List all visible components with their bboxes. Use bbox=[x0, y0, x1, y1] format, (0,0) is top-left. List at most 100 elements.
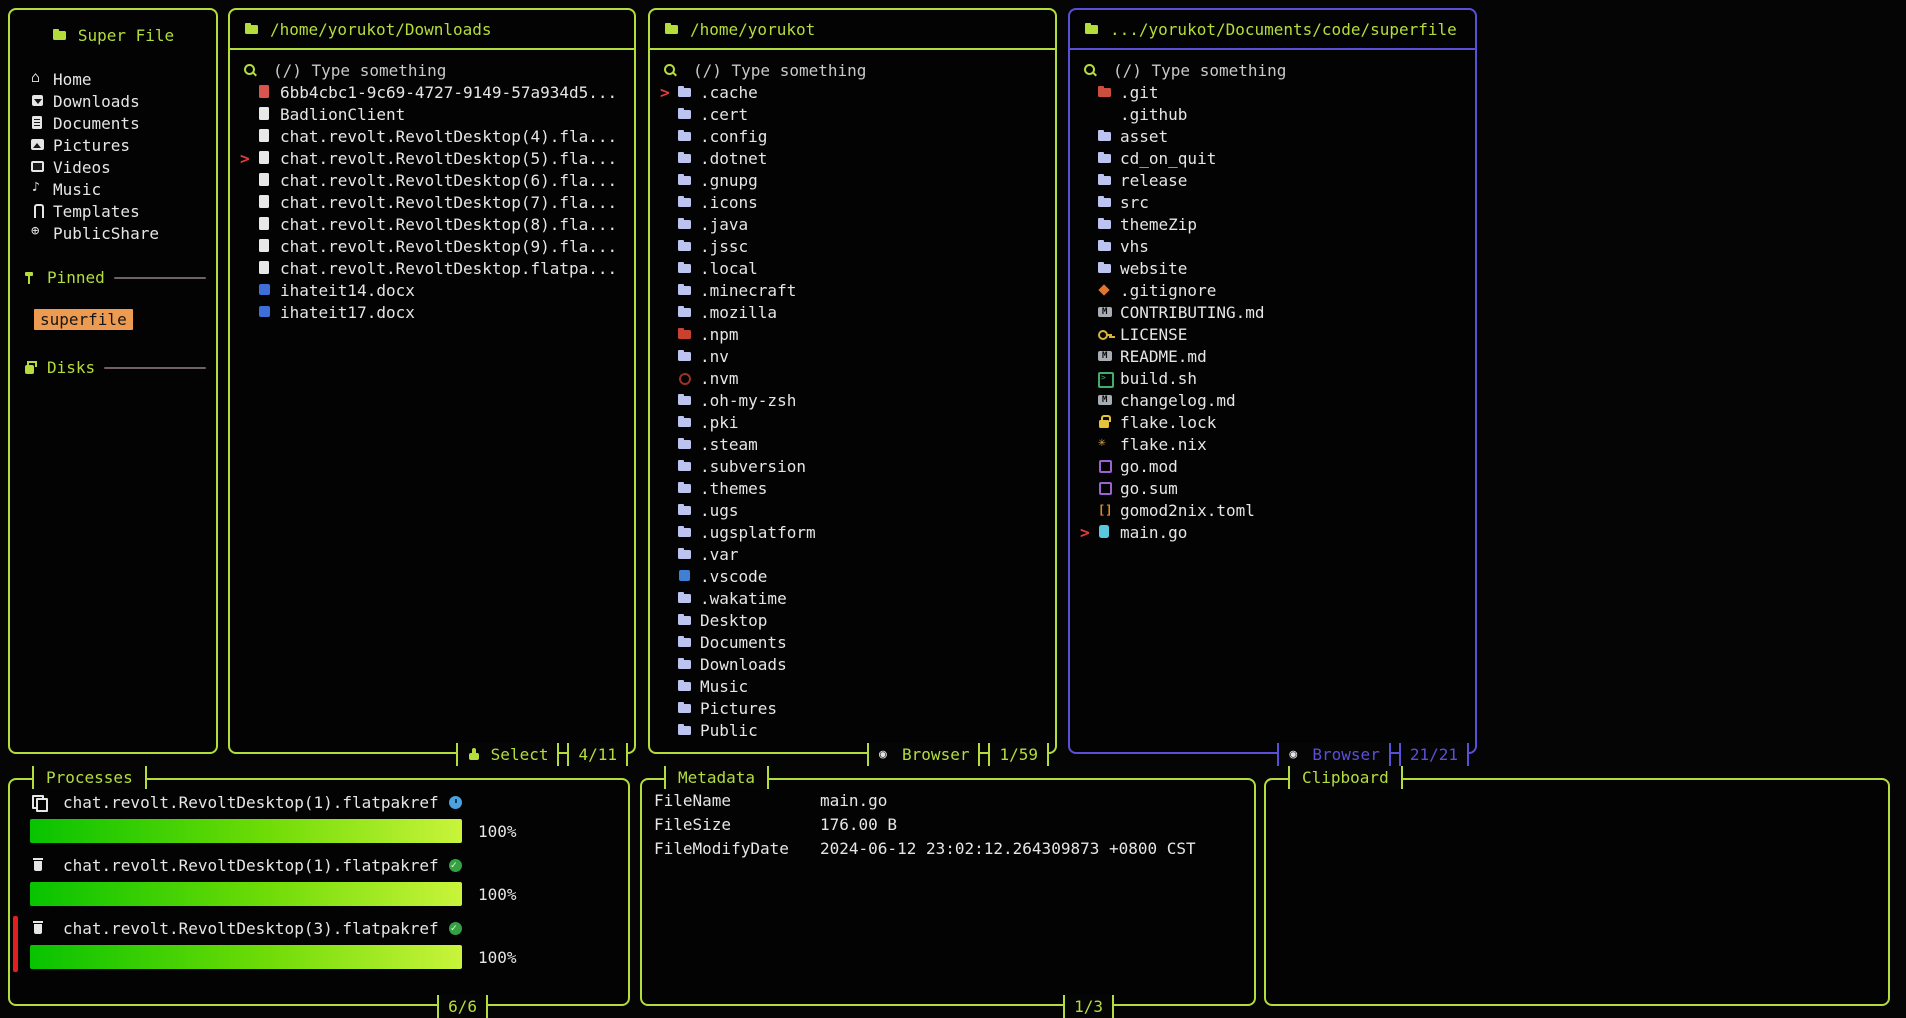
file-row[interactable]: > .steam bbox=[660, 433, 1051, 455]
file-row[interactable]: > .ugs bbox=[660, 499, 1051, 521]
file-row[interactable]: > BadlionClient bbox=[240, 103, 630, 125]
file-row[interactable]: > .java bbox=[660, 213, 1051, 235]
file-row[interactable]: > CONTRIBUTING.md bbox=[1080, 301, 1471, 323]
file-row[interactable]: > chat.revolt.RevoltDesktop(6).fla... bbox=[240, 169, 630, 191]
file-row[interactable]: > .themes bbox=[660, 477, 1051, 499]
file-row[interactable]: > flake.lock bbox=[1080, 411, 1471, 433]
sidebar-item[interactable]: Downloads bbox=[10, 90, 216, 112]
file-row[interactable]: > .local bbox=[660, 257, 1051, 279]
divider-line bbox=[104, 367, 206, 369]
file-row[interactable]: > .gitignore bbox=[1080, 279, 1471, 301]
process-name: chat.revolt.RevoltDesktop(1).flatpakref bbox=[63, 793, 439, 812]
process-row[interactable]: chat.revolt.RevoltDesktop(3).flatpakref … bbox=[10, 906, 628, 969]
search-input[interactable]: (/) Type something bbox=[240, 59, 630, 81]
file-row[interactable]: > chat.revolt.RevoltDesktop(8).fla... bbox=[240, 213, 630, 235]
file-row[interactable]: > .git bbox=[1080, 81, 1471, 103]
process-row[interactable]: chat.revolt.RevoltDesktop(1).flatpakref … bbox=[10, 780, 628, 843]
file-row[interactable]: > 6bb4cbc1-9c69-4727-9149-57a934d5... bbox=[240, 81, 630, 103]
file-name: go.sum bbox=[1120, 479, 1178, 498]
file-row[interactable]: > .icons bbox=[660, 191, 1051, 213]
file-row[interactable]: > chat.revolt.RevoltDesktop(5).fla... bbox=[240, 147, 630, 169]
file-icon bbox=[1097, 525, 1113, 539]
process-row[interactable]: chat.revolt.RevoltDesktop(1).flatpakref … bbox=[10, 843, 628, 906]
metadata-value: 2024-06-12 23:02:12.264309873 +0800 CST bbox=[820, 839, 1196, 858]
file-row[interactable]: > website bbox=[1080, 257, 1471, 279]
file-row[interactable]: > ihateit17.docx bbox=[240, 301, 630, 323]
file-row[interactable]: > Documents bbox=[660, 631, 1051, 653]
file-row[interactable]: > cd_on_quit bbox=[1080, 147, 1471, 169]
file-icon bbox=[1097, 415, 1113, 429]
file-row[interactable]: > main.go bbox=[1080, 521, 1471, 543]
file-row[interactable]: > .cert bbox=[660, 103, 1051, 125]
file-row[interactable]: > go.sum bbox=[1080, 477, 1471, 499]
file-row[interactable]: > chat.revolt.RevoltDesktop(9).fla... bbox=[240, 235, 630, 257]
sidebar-item[interactable]: Music bbox=[10, 178, 216, 200]
file-row[interactable]: > go.mod bbox=[1080, 455, 1471, 477]
cursor-marker: > bbox=[660, 589, 677, 608]
file-row[interactable]: > .nvm bbox=[660, 367, 1051, 389]
clipboard-panel: Clipboard bbox=[1264, 778, 1890, 1006]
sidebar-item-icon bbox=[30, 94, 46, 108]
file-row[interactable]: > Pictures bbox=[660, 697, 1051, 719]
cursor-marker: > bbox=[240, 215, 257, 234]
file-row[interactable]: > .pki bbox=[660, 411, 1051, 433]
file-row[interactable]: > changelog.md bbox=[1080, 389, 1471, 411]
file-row[interactable]: > .github bbox=[1080, 103, 1471, 125]
file-row[interactable]: > .mozilla bbox=[660, 301, 1051, 323]
file-row[interactable]: > chat.revolt.RevoltDesktop(7).fla... bbox=[240, 191, 630, 213]
file-row[interactable]: > .vscode bbox=[660, 565, 1051, 587]
file-row[interactable]: > chat.revolt.RevoltDesktop(4).fla... bbox=[240, 125, 630, 147]
file-row[interactable]: > .gnupg bbox=[660, 169, 1051, 191]
file-row[interactable]: > .npm bbox=[660, 323, 1051, 345]
browser-mode-icon bbox=[1288, 748, 1304, 762]
file-row[interactable]: > Downloads bbox=[660, 653, 1051, 675]
file-name: chat.revolt.RevoltDesktop(8).fla... bbox=[280, 215, 617, 234]
sidebar-item-superfile[interactable]: superfile bbox=[34, 309, 133, 330]
file-row[interactable]: > .dotnet bbox=[660, 147, 1051, 169]
search-input[interactable]: (/) Type something bbox=[660, 59, 1051, 81]
file-row[interactable]: > .cache bbox=[660, 81, 1051, 103]
cursor-marker: > bbox=[240, 303, 257, 322]
search-input[interactable]: (/) Type something bbox=[1080, 59, 1471, 81]
file-icon bbox=[257, 217, 273, 231]
file-row[interactable]: > .var bbox=[660, 543, 1051, 565]
file-row[interactable]: > vhs bbox=[1080, 235, 1471, 257]
file-row[interactable]: > gomod2nix.toml bbox=[1080, 499, 1471, 521]
panel-footer: Browser 1/59 bbox=[867, 743, 1049, 766]
file-row[interactable]: > themeZip bbox=[1080, 213, 1471, 235]
sidebar-item[interactable]: Templates bbox=[10, 200, 216, 222]
file-row[interactable]: > README.md bbox=[1080, 345, 1471, 367]
file-row[interactable]: > build.sh bbox=[1080, 367, 1471, 389]
file-row[interactable]: > .jssc bbox=[660, 235, 1051, 257]
file-row[interactable]: > Music bbox=[660, 675, 1051, 697]
file-row[interactable]: > .oh-my-zsh bbox=[660, 389, 1051, 411]
file-row[interactable]: > asset bbox=[1080, 125, 1471, 147]
file-row[interactable]: > .wakatime bbox=[660, 587, 1051, 609]
sidebar-item[interactable]: Videos bbox=[10, 156, 216, 178]
file-row[interactable]: > Desktop bbox=[660, 609, 1051, 631]
sidebar-item[interactable]: PublicShare bbox=[10, 222, 216, 244]
file-row[interactable]: > flake.nix bbox=[1080, 433, 1471, 455]
file-row[interactable]: > .ugsplatform bbox=[660, 521, 1051, 543]
file-row[interactable]: > ihateit14.docx bbox=[240, 279, 630, 301]
sidebar-panel: Super File Home Downloads Documents Pict… bbox=[8, 8, 218, 754]
file-icon bbox=[677, 349, 693, 363]
panel-mode: Select bbox=[456, 743, 560, 766]
file-row[interactable]: > src bbox=[1080, 191, 1471, 213]
file-row[interactable]: > .minecraft bbox=[660, 279, 1051, 301]
file-row[interactable]: > LICENSE bbox=[1080, 323, 1471, 345]
file-row[interactable]: > .nv bbox=[660, 345, 1051, 367]
file-row[interactable]: > .subversion bbox=[660, 455, 1051, 477]
file-row[interactable]: > chat.revolt.RevoltDesktop.flatpa... bbox=[240, 257, 630, 279]
file-row[interactable]: > Public bbox=[660, 719, 1051, 741]
sidebar-item[interactable]: Pictures bbox=[10, 134, 216, 156]
file-icon bbox=[1097, 107, 1113, 121]
file-name: build.sh bbox=[1120, 369, 1197, 388]
file-name: .nvm bbox=[700, 369, 739, 388]
file-panel-downloads: /home/yorukot/Downloads (/) Type somethi… bbox=[228, 8, 636, 754]
cursor-marker: > bbox=[660, 677, 677, 696]
file-row[interactable]: > .config bbox=[660, 125, 1051, 147]
file-row[interactable]: > release bbox=[1080, 169, 1471, 191]
sidebar-item[interactable]: Documents bbox=[10, 112, 216, 134]
sidebar-item[interactable]: Home bbox=[10, 68, 216, 90]
